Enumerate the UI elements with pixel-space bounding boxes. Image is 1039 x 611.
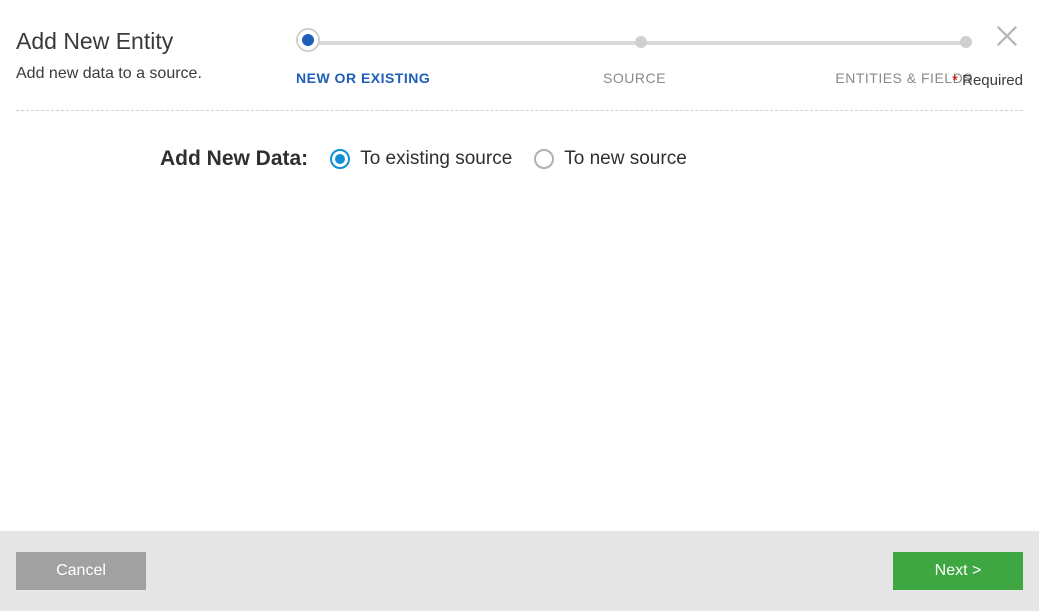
required-asterisk-icon: * <box>952 72 958 89</box>
close-icon[interactable] <box>993 22 1021 50</box>
wizard-stepper: NEW OR EXISTING SOURCE ENTITIES & FIELDS <box>246 28 1023 86</box>
step-label-source[interactable]: SOURCE <box>522 70 748 86</box>
next-button[interactable]: Next > <box>893 552 1023 590</box>
cancel-button[interactable]: Cancel <box>16 552 146 590</box>
radio-existing-source[interactable]: To existing source <box>330 148 512 170</box>
radio-icon <box>330 149 350 169</box>
step-node-entities-fields[interactable] <box>956 32 976 52</box>
step-label-entities-fields[interactable]: ENTITIES & FIELDS <box>747 70 973 86</box>
step-node-new-or-existing[interactable] <box>300 32 320 52</box>
wizard-footer: Cancel Next > <box>0 531 1039 611</box>
radio-icon <box>534 149 554 169</box>
page-title: Add New Entity <box>16 28 246 55</box>
radio-label: To existing source <box>360 148 512 170</box>
add-new-data-prompt: Add New Data: <box>160 147 308 171</box>
page-subtitle: Add new data to a source. <box>16 65 246 83</box>
radio-new-source[interactable]: To new source <box>534 148 687 170</box>
required-label: Required <box>962 72 1023 89</box>
step-label-new-or-existing[interactable]: NEW OR EXISTING <box>296 70 522 86</box>
required-indicator: * Required <box>952 72 1023 89</box>
step-node-source[interactable] <box>631 32 651 52</box>
radio-label: To new source <box>564 148 687 170</box>
